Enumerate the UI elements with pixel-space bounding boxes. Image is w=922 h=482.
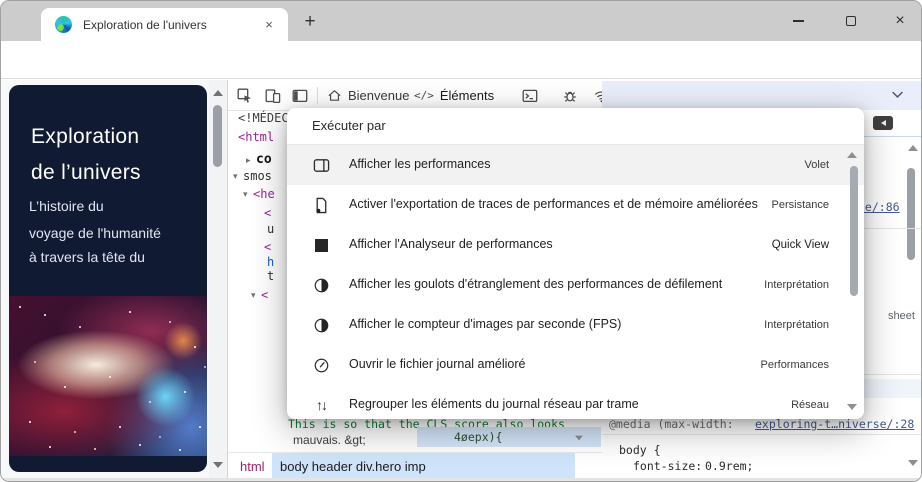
expander-icon[interactable]: ▾: [251, 291, 256, 301]
window-minimize-button[interactable]: [776, 1, 820, 41]
page-content: Exploration de l’univers L’histoire du v…: [1, 80, 209, 478]
file-export-icon: [312, 196, 330, 214]
expander-icon[interactable]: ▾: [243, 190, 248, 200]
palette-item-scroll-bottlenecks[interactable]: Afficher les goulots d'étranglement des …: [287, 265, 864, 305]
media-rule: @media (max-width:: [609, 417, 734, 431]
hero-subtitle-line1: L’histoire du: [29, 198, 104, 214]
hero-card: Exploration de l’univers L’histoire du v…: [9, 85, 207, 472]
dom-fragment: <: [261, 288, 269, 302]
address-bar: ← https://microsoftedge.github.io/Demos/…: [1, 41, 921, 114]
half-circle-icon: [312, 316, 330, 334]
dock-side-button[interactable]: [291, 87, 309, 105]
sidebar-toggle-icon[interactable]: [873, 116, 893, 130]
chevron-down-icon[interactable]: [891, 90, 904, 99]
device-emulation-button[interactable]: [264, 87, 282, 105]
dom-fragment: co: [256, 152, 272, 167]
hero-title-line2: de l’univers: [31, 161, 141, 184]
console-button[interactable]: [521, 87, 539, 105]
code-fragment: 4øepx){: [454, 430, 503, 444]
styles-panel-header: [602, 81, 921, 110]
breadcrumb-selected-label: body header div.hero imp: [280, 459, 426, 474]
minimize-icon: [792, 20, 804, 22]
half-circle-icon: [312, 276, 330, 294]
css-property[interactable]: font-size:: [633, 459, 702, 473]
dom-fragment: <html: [238, 130, 275, 144]
hero-subtitle-line3: à travers la tête du: [29, 249, 145, 265]
toolbar-divider: [317, 87, 318, 104]
styles-scroll-up-icon[interactable]: [908, 145, 918, 151]
dom-fragment: smos: [243, 169, 272, 183]
expander-icon[interactable]: ▸: [246, 156, 251, 166]
titlebar: Exploration de l'univers × + ×: [1, 1, 921, 41]
palette-scrollbar-thumb[interactable]: [850, 166, 858, 296]
edge-favicon-icon: [55, 16, 72, 33]
inspect-element-button[interactable]: [236, 87, 254, 105]
palette-scroll-down-icon[interactable]: [847, 404, 857, 410]
css-selector[interactable]: body {: [619, 443, 661, 457]
maximize-icon: [846, 16, 856, 26]
toggle-arrow-icon: [880, 120, 886, 126]
window-bottom-edge: [1, 478, 921, 481]
palette-item-show-performance[interactable]: Afficher les performances Volet: [287, 145, 864, 185]
css-value[interactable]: 0.9rem;: [705, 459, 753, 473]
command-palette-input[interactable]: Exécuter par: [312, 118, 386, 133]
dom-fragment: <: [264, 206, 272, 220]
square-icon: [312, 236, 330, 254]
command-palette: Exécuter par Afficher les performances V…: [287, 108, 864, 419]
browser-window: Exploration de l'univers × + × ← https:/…: [0, 0, 922, 482]
hero-title-line1: Exploration: [31, 125, 140, 148]
arrows-updown-icon: ↑↓: [316, 397, 328, 413]
rule-separator: [602, 434, 921, 435]
devtools-panel: Bienvenue </> Éléments <!MÉDECIN <html ▸…: [227, 80, 921, 479]
breadcrumb-html[interactable]: html: [240, 459, 265, 474]
styles-scroll-down-icon[interactable]: [908, 460, 918, 466]
galaxy-image: [9, 296, 207, 456]
scrollbar-thumb[interactable]: [213, 105, 222, 167]
palette-item-fps-counter[interactable]: Afficher le compteur d'images par second…: [287, 305, 864, 345]
scroll-up-icon[interactable]: [213, 90, 223, 96]
palette-item-performance-analyzer[interactable]: Afficher l'Analyseur de performances Qui…: [287, 225, 864, 265]
window-close-button[interactable]: ×: [878, 1, 921, 41]
palette-scroll-up-icon[interactable]: [847, 152, 857, 158]
palette-item-enable-trace-export[interactable]: Activer l'exportation de traces de perfo…: [287, 185, 864, 225]
source-link-86[interactable]: se/:86: [858, 200, 900, 214]
tab-elements-label: Éléments: [439, 88, 495, 103]
home-icon: [328, 90, 341, 101]
palette-item-open-log-file[interactable]: Ouvrir le fichier journal amélioré Perfo…: [287, 345, 864, 385]
page-scrollbar[interactable]: [209, 80, 227, 478]
palette-item-group-network-by-frame[interactable]: ↑↓ Regrouper les éléments du journal rés…: [287, 385, 864, 419]
dom-fragment: t: [267, 269, 275, 283]
dom-fragment: <: [264, 240, 272, 254]
code-comment-translated: mauvais. &gt;: [293, 433, 366, 447]
panel-icon: [312, 156, 330, 174]
elements-scroll-down-icon[interactable]: [575, 435, 583, 441]
gauge-circle-icon: [312, 356, 330, 374]
scroll-down-icon[interactable]: [213, 462, 223, 468]
expander-icon[interactable]: ▾: [233, 172, 238, 182]
code-icon: </>: [414, 89, 434, 102]
hero-subtitle-line2: voyage de l'humanité: [29, 225, 161, 241]
source-link-28[interactable]: exploring-t…niverse/:28: [755, 417, 914, 431]
tab-bienvenue[interactable]: Bienvenue: [327, 80, 409, 111]
tab-bienvenue-label: Bienvenue: [348, 88, 410, 103]
stylesheet-source-fragment: sheet: [888, 310, 915, 322]
stars-decoration: [19, 306, 21, 308]
styles-scrollbar-thumb[interactable]: [907, 168, 915, 260]
selected-node-highlight: [417, 427, 601, 447]
tab-close-icon[interactable]: ×: [260, 17, 278, 32]
debugger-bug-button[interactable]: [561, 87, 579, 105]
new-tab-button[interactable]: +: [298, 11, 322, 33]
breadcrumb-selected[interactable]: body header div.hero imp: [272, 453, 575, 479]
dom-fragment: h: [267, 255, 275, 269]
tab-elements[interactable]: </> Éléments: [414, 80, 494, 111]
elements-breadcrumb: html body header div.hero imp: [228, 452, 602, 479]
dom-fragment: <he: [253, 187, 275, 201]
dom-fragment: u: [267, 222, 275, 236]
tab-title: Exploration de l'univers: [83, 17, 207, 32]
window-maximize-button[interactable]: [829, 1, 873, 41]
browser-tab[interactable]: Exploration de l'univers ×: [41, 8, 288, 41]
